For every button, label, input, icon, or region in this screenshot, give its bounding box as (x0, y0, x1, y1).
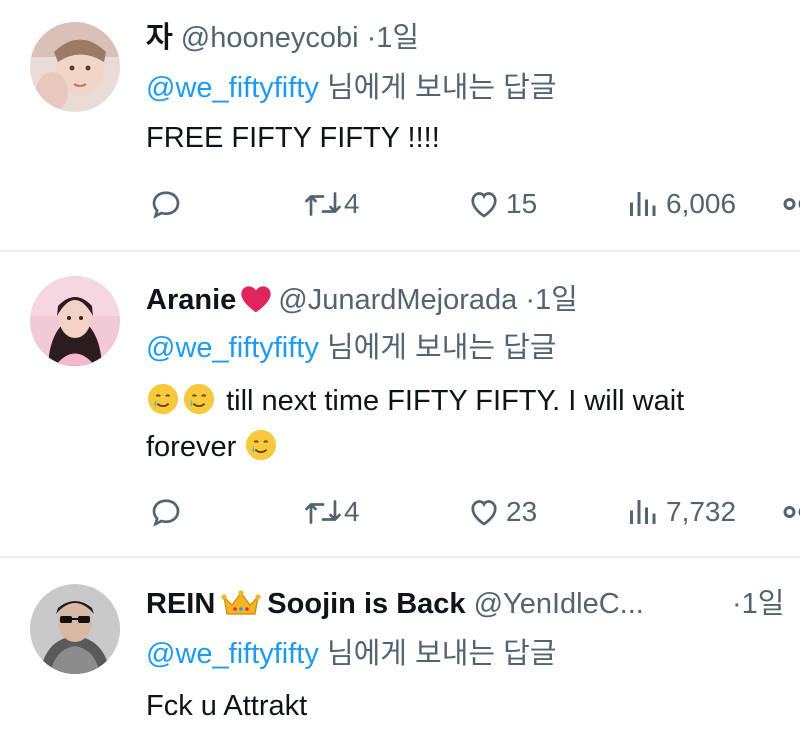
red-heart-emoji (241, 286, 271, 313)
reply-suffix: 님에게 보내는 답글 (326, 72, 557, 104)
avatar-image (30, 22, 120, 112)
views-bar-icon (630, 192, 656, 216)
avatar[interactable] (30, 276, 120, 366)
timestamp[interactable]: 1일 (376, 22, 419, 54)
reply-button[interactable] (148, 186, 184, 222)
like-button[interactable]: 15 (466, 186, 537, 222)
separator-dot: · (525, 284, 536, 316)
display-name-suffix[interactable]: Soojin is Back (267, 588, 465, 620)
tweet-3[interactable]: REIN Soojin is Back @YenIdleC... ·1일 @we_… (0, 558, 800, 744)
reply-suffix: 님에게 보내는 답글 (326, 332, 557, 364)
avatar-image (30, 584, 120, 674)
retweet-icon (305, 500, 341, 524)
timestamp[interactable]: 1일 (535, 284, 578, 316)
user-handle[interactable]: @JunardMejorada (278, 284, 517, 316)
tweet-text: till next time FIFTY FIFTY. I will wait (226, 385, 685, 417)
tweet-header: REIN Soojin is Back @YenIdleC... (146, 586, 644, 622)
tweet-1[interactable]: 자 @hooneycobi ·1일 @we_fiftyfifty 님에게 보내는… (0, 0, 800, 250)
tweet-2[interactable]: Aranie @JunardMejorada ·1일 @we_fiftyfifty… (0, 252, 800, 556)
crown-emoji (221, 590, 261, 615)
reply-button[interactable] (148, 494, 184, 530)
view-count: 6,006 (666, 188, 737, 219)
tweet-text-continued: forever (146, 431, 237, 463)
retweet-count: 4 (344, 188, 360, 219)
share-button[interactable] (782, 494, 800, 530)
separator-dot: · (732, 588, 742, 620)
tweet-text-line-1: till next time FIFTY FIFTY. I will wait (146, 382, 684, 419)
tweet-header: Aranie @JunardMejorada ·1일 (146, 282, 578, 318)
tweet-time-block: ·1일 (732, 586, 784, 622)
views-button[interactable]: 7,732 (624, 494, 736, 530)
avatar[interactable] (30, 22, 120, 112)
tweet-text: FREE FIFTY FIFTY !!!! (146, 122, 440, 154)
like-count: 23 (506, 496, 538, 527)
tweet-text-line-2: forever (146, 428, 280, 465)
reply-context: @we_fiftyfifty 님에게 보내는 답글 (146, 330, 557, 366)
like-count: 15 (506, 188, 538, 219)
reply-bubble-icon (152, 499, 180, 527)
views-button[interactable]: 6,006 (624, 186, 736, 222)
like-button[interactable]: 23 (466, 494, 537, 530)
reply-bubble-icon (152, 191, 180, 219)
retweet-icon (305, 192, 341, 216)
avatar-image (30, 276, 120, 366)
view-count: 7,732 (666, 496, 737, 527)
tweet-header: 자 @hooneycobi ·1일 (146, 20, 419, 56)
share-button[interactable] (782, 186, 800, 222)
share-icon (783, 506, 800, 518)
reply-context: @we_fiftyfifty 님에게 보내는 답글 (146, 70, 557, 106)
user-handle[interactable]: @YenIdleC... (474, 588, 644, 620)
action-bar: 4 15 6,006 (0, 186, 800, 226)
reply-suffix: 님에게 보내는 답글 (326, 638, 557, 670)
action-bar: 4 23 7,732 (0, 494, 800, 534)
smiling-face-with-tear-emoji (183, 383, 215, 415)
reply-mention-link[interactable]: @we_fiftyfifty (146, 332, 319, 364)
retweet-button[interactable]: 4 (302, 494, 360, 530)
user-handle[interactable]: @hooneycobi (181, 22, 359, 54)
avatar[interactable] (30, 584, 120, 674)
retweet-button[interactable]: 4 (302, 186, 360, 222)
tweet-text: Fck u Attrakt (146, 690, 308, 722)
separator-dot: · (366, 22, 377, 54)
reply-context: @we_fiftyfifty 님에게 보내는 답글 (146, 636, 557, 672)
smiling-face-with-tear-emoji (246, 429, 277, 461)
retweet-count: 4 (344, 496, 360, 527)
display-name[interactable]: 자 (146, 22, 173, 54)
display-name[interactable]: Aranie (146, 284, 236, 316)
reply-mention-link[interactable]: @we_fiftyfifty (146, 72, 319, 104)
timestamp[interactable]: 1일 (742, 588, 785, 620)
reply-mention-link[interactable]: @we_fiftyfifty (146, 638, 319, 670)
heart-outline-icon (471, 500, 497, 526)
heart-outline-icon (471, 192, 497, 218)
smiling-face-with-tear-emoji (147, 383, 179, 415)
display-name[interactable]: REIN (146, 588, 215, 620)
share-icon (783, 198, 800, 210)
views-bar-icon (630, 500, 656, 524)
